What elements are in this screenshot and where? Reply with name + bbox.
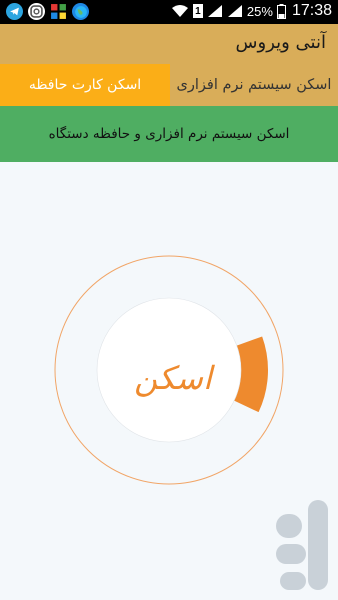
system-icons: 1 25% 17:38 (171, 2, 332, 20)
app-title: آنتی ویروس (235, 32, 326, 53)
tab-system-scan-label: اسکن سیستم نرم افزاری (176, 77, 332, 93)
network-icon (50, 3, 67, 20)
telegram-icon (6, 3, 23, 20)
scan-system-and-memory-label: اسکن سیستم نرم افزاری و حافظه دستگاه (48, 126, 290, 142)
instagram-icon (28, 3, 45, 20)
globe-icon (72, 3, 89, 20)
clock: 17:38 (291, 2, 332, 19)
notification-icons (6, 3, 89, 20)
bazaar-logo-icon (276, 500, 328, 590)
scan-button-label[interactable]: اسکن (128, 348, 218, 408)
signal-icon-2 (227, 5, 242, 17)
sim-slot-icon: 1 (192, 4, 203, 18)
tab-memory-card-scan[interactable]: اسکن کارت حافظه (0, 64, 170, 106)
wifi-icon (171, 5, 188, 17)
status-bar: 1 25% 17:38 (0, 0, 338, 24)
battery-percentage: 25% (246, 3, 273, 19)
scan-system-and-memory-button[interactable]: اسکن سیستم نرم افزاری و حافظه دستگاه (0, 106, 338, 162)
battery-icon (276, 3, 286, 19)
tab-system-scan[interactable]: اسکن سیستم نرم افزاری (170, 64, 338, 106)
tab-memory-card-scan-label: اسکن کارت حافظه (28, 77, 142, 93)
signal-icon (207, 5, 222, 17)
app-bar: آنتی ویروس (0, 24, 338, 64)
tab-bar: اسکن سیستم نرم افزاری اسکن کارت حافظه (0, 64, 338, 106)
